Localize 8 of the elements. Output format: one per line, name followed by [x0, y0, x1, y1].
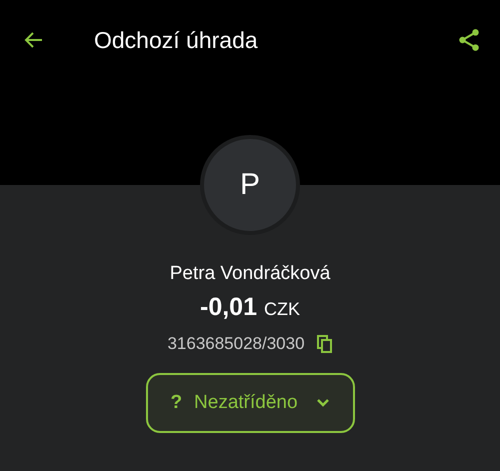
currency: CZK	[264, 299, 300, 320]
category-dropdown[interactable]: ? Nezatříděno	[146, 373, 354, 433]
chevron-down-icon	[316, 398, 330, 408]
screen-title: Odchozí úhrada	[94, 26, 259, 54]
copy-icon[interactable]	[316, 335, 333, 353]
payee-name: Petra Vondráčková	[170, 263, 330, 285]
account-number: 3163685028/3030	[167, 334, 305, 354]
amount: -0,01	[200, 293, 257, 322]
